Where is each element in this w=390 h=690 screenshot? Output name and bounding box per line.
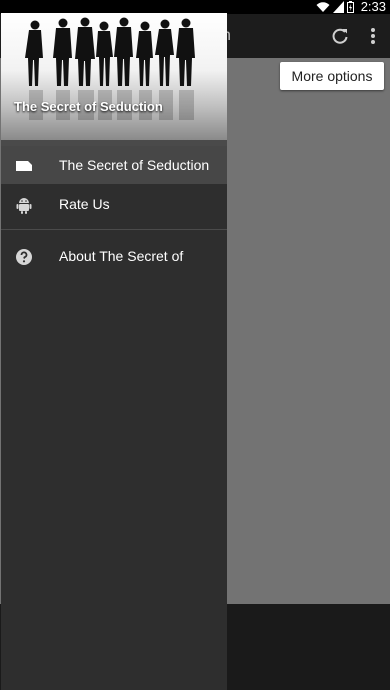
android-icon [16,198,32,214]
navigation-drawer: The Secret of Seduction The Secret of Se… [1,13,227,690]
drawer-header-title: The Secret of Seduction [14,99,163,114]
people-silhouette-image [25,17,195,120]
overflow-menu-icon[interactable] [366,26,380,46]
battery-icon [346,1,354,13]
drawer-header: The Secret of Seduction [1,13,227,140]
label-tag-icon [16,161,32,171]
refresh-icon[interactable] [330,26,350,46]
signal-icon [332,1,344,13]
more-options-button[interactable]: More options [280,62,384,90]
status-icons: 2:33 [316,0,390,14]
nav-item-label: About The Secret of [59,248,184,264]
status-bar: 2:33 [0,0,390,14]
nav-item-the-secret-of-seduction[interactable]: The Secret of Seduction [1,146,227,184]
help-circle-icon [16,249,32,265]
nav-item-rate-us[interactable]: Rate Us [1,185,227,223]
nav-item-label: The Secret of Seduction [59,157,210,173]
nav-divider [1,229,227,230]
nav-item-about[interactable]: About The Secret of [1,237,227,275]
wifi-icon [316,2,330,12]
nav-item-label: Rate Us [59,196,110,212]
status-time: 2:33 [360,0,386,14]
